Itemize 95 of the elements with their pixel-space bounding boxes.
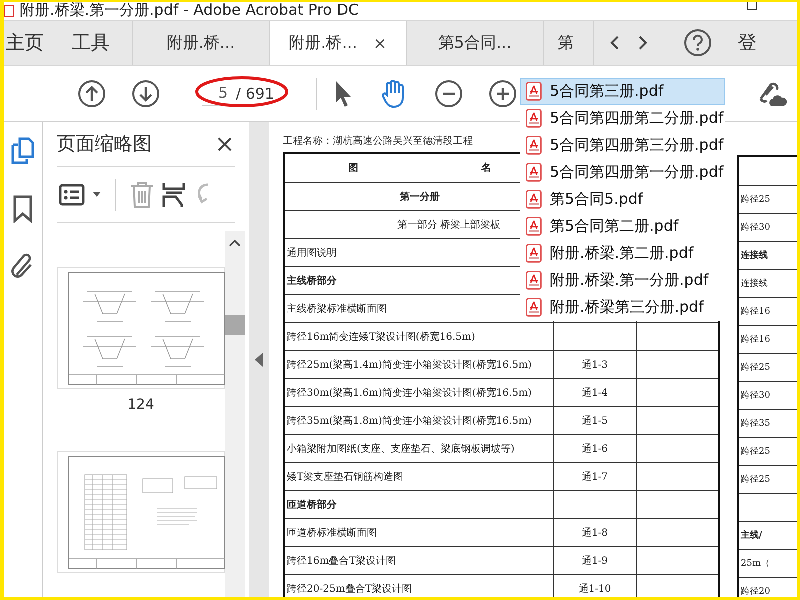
table-cell: 连接线 (741, 249, 768, 262)
table-cell-text: 通1-8 (582, 526, 608, 540)
close-button[interactable]: × (214, 130, 235, 158)
scroll-up-icon[interactable] (229, 239, 241, 247)
chevron-right-icon[interactable] (638, 35, 648, 51)
page-number-label: 124 (128, 397, 154, 413)
tab-label: 附册.桥... (166, 32, 236, 54)
arrow-up-circle-icon[interactable] (78, 80, 106, 108)
table-cell-text: 通1-3 (582, 358, 608, 372)
tab-label: 附册.桥... (289, 32, 358, 54)
table-cell-text: 跨径20-25m叠合T梁设计图 (287, 582, 412, 596)
tab-label: 第 (558, 32, 574, 54)
pdf-file-icon (526, 82, 542, 101)
nav-tab[interactable]: 工具 (54, 21, 120, 65)
page-thumbnail[interactable] (57, 451, 225, 573)
document-tab[interactable]: 第5合同... (406, 21, 543, 65)
table-cell-text: 跨径20 (741, 586, 770, 597)
file-menu-item[interactable]: 第5合同5.pdf (520, 186, 725, 213)
table-cell-text: 跨径30 (741, 222, 770, 234)
help-icon[interactable] (684, 29, 712, 57)
table-cell-text: 跨径25 (741, 474, 770, 486)
scrollbar[interactable] (225, 231, 245, 597)
paperclip-icon[interactable] (11, 253, 35, 281)
pdf-file-icon (526, 271, 542, 290)
file-menu-item[interactable]: 5合同第四册第二分册.pdf (520, 105, 725, 132)
table-cell-text: 跨径25m(梁高1.4m)简变连小箱梁设计图(桥宽16.5m) (287, 358, 532, 372)
table-cell-text: 通1-9 (582, 554, 608, 568)
table-cell-text: 通1-6 (582, 442, 608, 456)
table-cell-text: 通1-5 (582, 414, 608, 428)
table-cell-text: 连接线 (741, 278, 768, 290)
table-cell-text: 跨径30 (741, 390, 770, 402)
table-cell-text: 通1-7 (582, 470, 608, 484)
window-title: 附册.桥梁.第一分册.pdf - Adobe Acrobat Pro DC (20, 3, 360, 18)
pages-icon[interactable] (11, 137, 35, 165)
column-header: 图 (348, 162, 358, 175)
table-cell-text: 跨径25 (741, 194, 770, 206)
zoom-out-icon[interactable] (435, 80, 463, 108)
file-menu-item[interactable]: 附册.桥梁.第二册.pdf (520, 240, 725, 267)
column-header: 名 (482, 162, 492, 175)
table-cell-text: 匝道桥部分 (287, 498, 337, 512)
bookmark-icon[interactable] (13, 195, 33, 223)
table-cell-text: 主线桥梁标准横断面图 (287, 302, 387, 316)
page-number-field[interactable]: 5 (202, 81, 232, 106)
file-menu-item[interactable]: 5合同第四册第一分册.pdf (520, 159, 725, 186)
table-cell-text: 通用图说明 (287, 246, 337, 260)
page-count: / 691 (236, 84, 274, 102)
tab-label: 第5合同... (438, 32, 512, 54)
table-cell-text: 第一分册 (400, 190, 440, 204)
nav-tab[interactable]: 主页 (4, 21, 54, 65)
table-cell-text: 通1-4 (582, 386, 608, 400)
table-cell-text: 匝道桥标准横断面图 (287, 526, 377, 540)
collapse-arrow-icon[interactable] (255, 352, 263, 366)
table-cell-text: 小箱梁附加图纸(支座、支座垫石、梁底钢板调坡等) (287, 442, 515, 456)
pdf-file-icon (526, 217, 542, 236)
chevron-left-icon[interactable] (610, 35, 620, 51)
table-cell-text: 矮T梁支座垫石钢筋构造图 (287, 470, 404, 484)
table-cell-text: 跨径25 (741, 362, 770, 374)
table-cell-text: 通1-10 (578, 582, 612, 596)
pdf-file-icon (526, 190, 542, 209)
table-cell-text: 跨径16 (741, 334, 770, 346)
close-tab-button[interactable]: × (373, 34, 387, 52)
table-cell-text: 跨径16 (741, 306, 770, 318)
table-cell-text: 25m（ (741, 558, 770, 570)
maximize-icon[interactable] (747, 2, 757, 10)
table-cell-text: 跨径30m(梁高1.6m)简变连小箱梁设计图(桥宽16.5m) (287, 386, 532, 400)
table-cell-text: 主线桥部分 (287, 274, 337, 288)
file-menu-item[interactable]: 5合同第四册第三分册.pdf (520, 132, 725, 159)
pdf-file-icon (526, 298, 542, 317)
options-icon[interactable] (59, 184, 85, 206)
panel-title: 页面缩略图 (57, 132, 152, 157)
zoom-in-icon[interactable] (489, 80, 517, 108)
table-cell: 主线/ (741, 529, 762, 542)
table-cell-text: 第一部分 桥梁上部梁板 (397, 218, 501, 232)
pdf-file-icon (526, 244, 542, 263)
table-cell-text: 跨径16m简变连矮T梁设计图(桥宽16.5m) (287, 330, 476, 344)
document-tab[interactable]: 第 (543, 21, 593, 65)
pdf-file-icon (526, 163, 542, 182)
extract-pages-icon[interactable] (162, 180, 186, 208)
arrow-down-circle-icon[interactable] (132, 80, 160, 108)
sign-in-link[interactable]: 登 (738, 30, 757, 56)
document-tab[interactable]: 附册.桥... × (269, 21, 406, 65)
table-cell-text: 跨径35 (741, 418, 770, 430)
caret-icon[interactable] (93, 192, 101, 197)
file-menu-item[interactable]: 附册.桥梁.第一分册.pdf (520, 267, 725, 294)
pdf-file-icon (526, 109, 542, 128)
project-name: 工程名称：湖杭高速公路吴兴至德清段工程 (283, 134, 473, 149)
table-cell-text: 跨径35m(梁高1.8m)简变连小箱梁设计图(桥宽16.5m) (287, 414, 532, 428)
file-menu-item[interactable]: 附册.桥梁第三分册.pdf (520, 294, 725, 321)
file-menu-item[interactable]: 5合同第三册.pdf (520, 78, 725, 105)
file-menu-item[interactable]: 第5合同第二册.pdf (520, 213, 725, 240)
pdf-file-icon (526, 136, 542, 155)
page-thumbnail[interactable] (57, 267, 225, 389)
scroll-thumb[interactable] (225, 315, 245, 335)
table-cell-text: 跨径25 (741, 446, 770, 458)
table-cell-text: 跨径16m叠合T梁设计图 (287, 554, 396, 568)
